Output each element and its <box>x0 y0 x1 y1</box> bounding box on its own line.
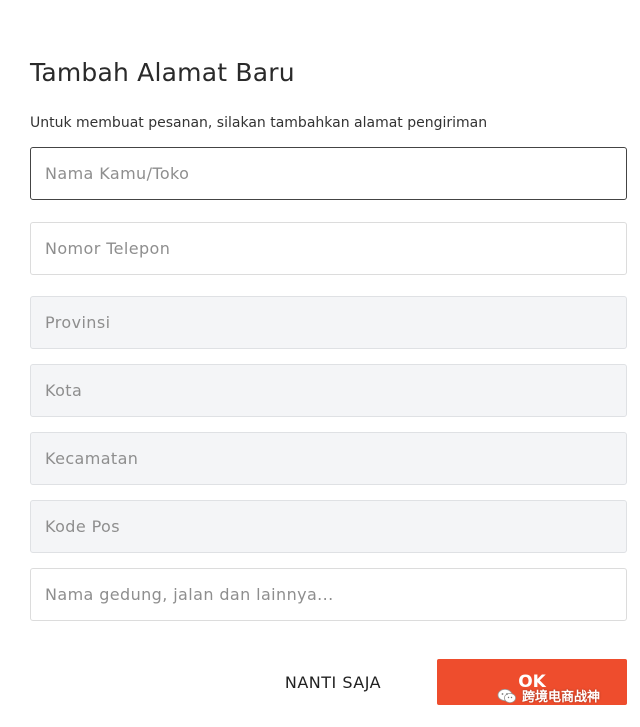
postal-code-select[interactable] <box>30 500 627 553</box>
dialog-subtitle: Untuk membuat pesanan, silakan tambahkan… <box>30 115 488 131</box>
dialog-title: Tambah Alamat Baru <box>30 58 295 87</box>
phone-input[interactable] <box>30 222 627 275</box>
watermark: 跨境电商战神 <box>497 686 600 705</box>
city-select[interactable] <box>30 364 627 417</box>
province-select[interactable] <box>30 296 627 349</box>
wechat-icon <box>497 688 516 703</box>
later-button[interactable]: NANTI SAJA <box>262 660 404 704</box>
watermark-text: 跨境电商战神 <box>522 690 601 705</box>
address-detail-input[interactable] <box>30 568 627 621</box>
district-select[interactable] <box>30 432 627 485</box>
add-address-dialog: Tambah Alamat Baru Untuk membuat pesanan… <box>0 0 640 727</box>
name-input[interactable] <box>30 147 627 200</box>
